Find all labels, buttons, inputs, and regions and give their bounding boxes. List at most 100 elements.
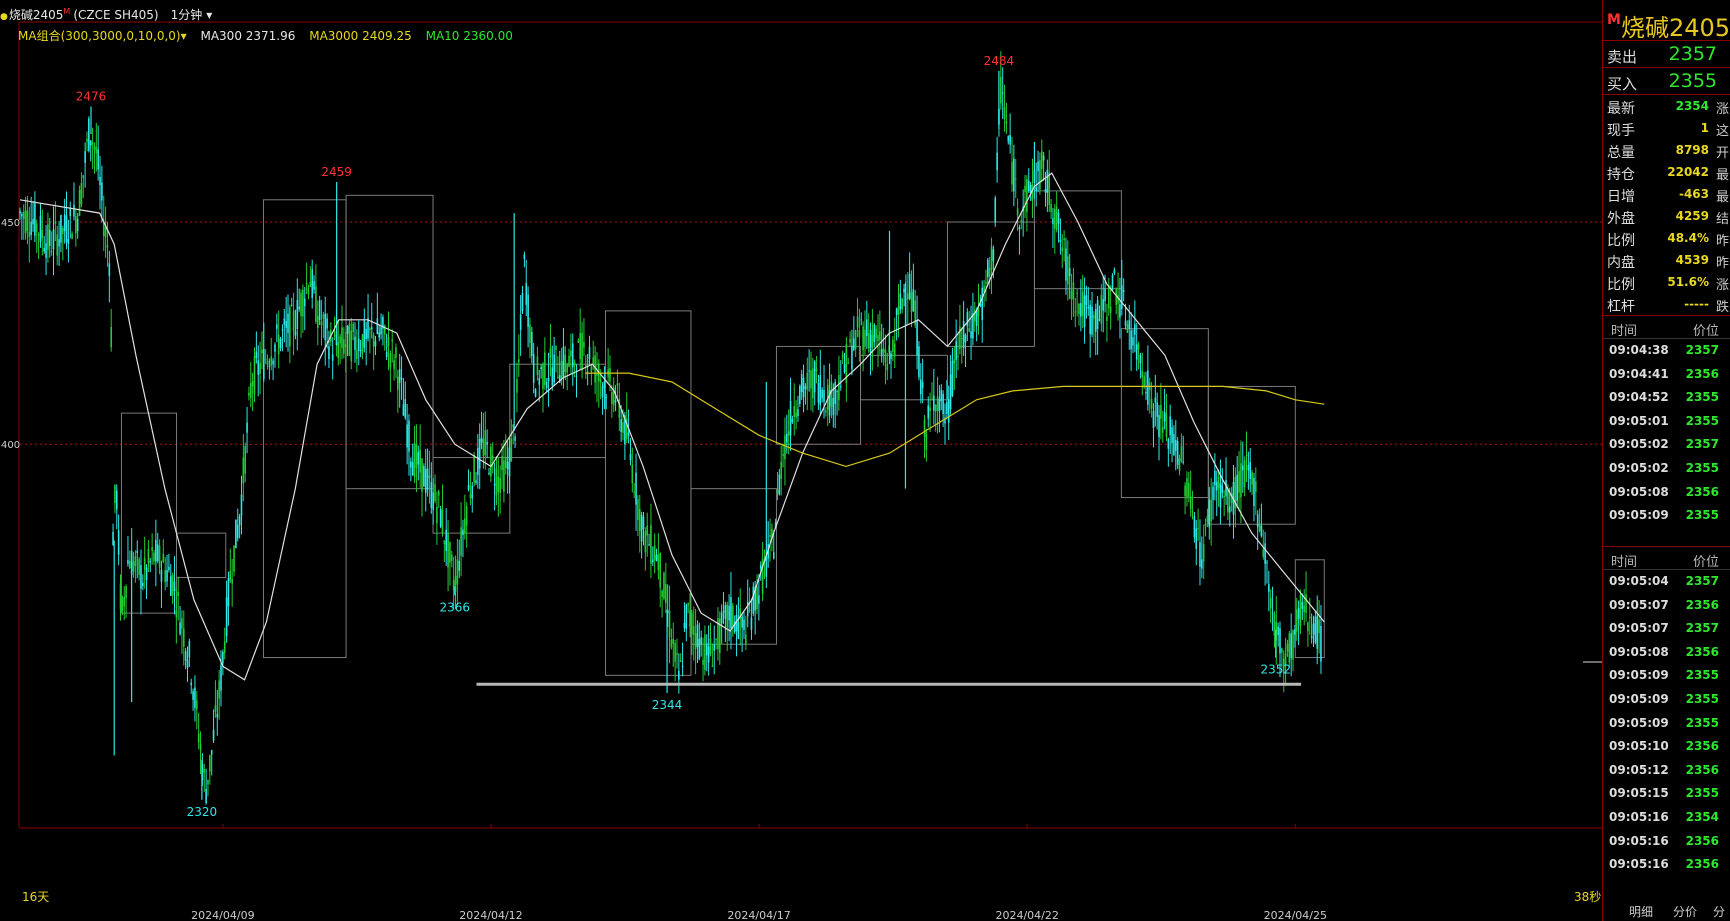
quote-row: 总量 8798 开 [1603,139,1730,161]
tick-row[interactable]: 09:05:09 2355 [1603,712,1730,736]
tick-row[interactable]: 09:05:07 2356 [1603,594,1730,618]
candle-body [303,298,306,307]
candle-body [136,550,139,553]
time-header: 时间 [1611,324,1638,339]
candle-body [778,474,781,495]
period-selector[interactable]: 1分钟 [171,8,203,22]
candle-body [391,339,394,342]
candle-body [316,315,319,329]
tick-row[interactable]: 09:05:12 2356 [1603,759,1730,783]
candle-body [702,659,704,665]
candle-body [635,472,637,505]
tab-detail[interactable]: 明细 [1629,903,1653,920]
tick-row[interactable]: 09:05:07 2357 [1603,617,1730,641]
ma-legend: MA组合(300,3000,0,10,0,0)▾ MA300 2371.96 M… [18,27,523,44]
candle-body [482,439,485,457]
tick-row[interactable]: 09:05:16 2354 [1603,806,1730,830]
candle-body [1119,304,1121,318]
candle-body [946,401,948,414]
buy-row[interactable]: 买入 2355 [1603,68,1730,95]
detail-tabs: 明细 分价 分 [1603,901,1730,921]
candle-body [1067,256,1069,285]
tick-row[interactable]: 09:05:16 2356 [1603,830,1730,854]
candle-body [953,359,956,364]
tick-row[interactable]: 09:05:09 2355 [1603,664,1730,688]
candle-body [676,653,678,655]
candle-body [866,319,868,336]
seconds-label: 38秒 [1574,890,1601,904]
tick-row[interactable]: 09:05:15 2355 [1603,782,1730,806]
price-chart[interactable]: 450 400 2476 2459 2484 2366 2344 2320 2352 2024/0… [0,0,1602,921]
tick-time: 09:05:07 [1609,597,1669,612]
candle-body [534,389,537,397]
candle-body [443,540,446,544]
sell-row[interactable]: 卖出 2357 [1603,41,1730,68]
candle-body [927,405,930,419]
candle-body [464,518,466,534]
candle-body [832,397,835,416]
candle-body [1176,441,1179,465]
candle-body [884,349,887,363]
tick-price: 2356 [1685,644,1719,659]
quote-row: 杠杆 ----- 跌 [1603,293,1730,315]
candle-body [1100,294,1103,324]
candle-body [687,603,689,606]
symbol-sup: M [63,7,71,16]
chevron-down-icon[interactable]: ▾ [206,8,212,22]
candle-body [246,422,248,433]
tick-row[interactable]: 09:05:08 2356 [1603,641,1730,665]
candle-body [1243,460,1246,488]
tick-row[interactable]: 09:05:182354 [1603,877,1730,879]
candle-body [772,552,775,559]
tick-list-1[interactable]: 时间 价位 09:04:38 2357 09:04:41 2356 09:04:52 2355… [1603,316,1730,547]
tick-row[interactable]: 09:04:52 2355 [1603,386,1730,410]
candle-body [893,343,896,357]
candle-body [261,349,263,354]
candle-body [199,743,202,752]
candle-body [1014,178,1017,180]
candle-body [517,359,520,363]
candle-body [445,529,448,551]
tick-row[interactable]: 09:05:08 2356 [1603,481,1730,505]
candle-body [908,273,911,299]
tick-row[interactable]: 09:05:09 2355 [1603,688,1730,712]
tick-row[interactable]: 09:05:02 2355 [1603,457,1730,481]
candle-body [1290,633,1292,659]
candle-body [644,530,647,553]
candle-body [125,586,127,599]
tick-time: 09:05:09 [1609,508,1669,523]
chevron-down-icon[interactable]: ▾ [181,29,187,43]
tick-row[interactable]: 09:05:10 2356 [1603,735,1730,759]
tick-list-2[interactable]: 时间 价位 09:05:04 2357 09:05:07 2356 09:05:07 2357… [1603,547,1730,879]
candle-body [1106,316,1108,321]
candle-body [289,307,291,347]
tick-row[interactable]: 09:04:38 2357 [1603,339,1730,363]
candle-body [119,583,122,610]
tick-row[interactable]: 09:05:04 2357 [1603,570,1730,594]
chart-area[interactable]: 450 400 2476 2459 2484 2366 2344 2320 2352 2024/0… [0,0,1602,921]
candle-body [1182,461,1185,463]
candle-body [210,750,213,755]
candle-body [1217,476,1220,489]
candle-body [856,316,859,328]
tick-row[interactable]: 09:04:41 2356 [1603,363,1730,387]
candle-body [564,355,567,372]
candle-body [458,560,461,571]
symbol-name[interactable]: 烧碱2405 [9,8,64,22]
quote-col-cut: 昨 [1715,256,1729,271]
candle-body [432,492,434,510]
tick-row[interactable]: 09:05:16 2356 [1603,853,1730,877]
candle-body [236,524,239,539]
candle-body [871,335,874,348]
candle-body [1102,299,1104,311]
candle-body [1314,616,1317,643]
ma-group-label[interactable]: MA组合(300,3000,0,10,0,0) [18,29,181,43]
candle-body [270,356,273,366]
tick-row[interactable]: 09:05:02 2357 [1603,433,1730,457]
tab-more[interactable]: 分 [1713,903,1725,920]
tab-price[interactable]: 分价 [1673,903,1697,920]
candle-body [923,419,926,437]
candle-body [65,215,68,243]
tick-row[interactable]: 09:05:09 2355 [1603,504,1730,528]
tick-row[interactable]: 09:05:01 2355 [1603,410,1730,434]
